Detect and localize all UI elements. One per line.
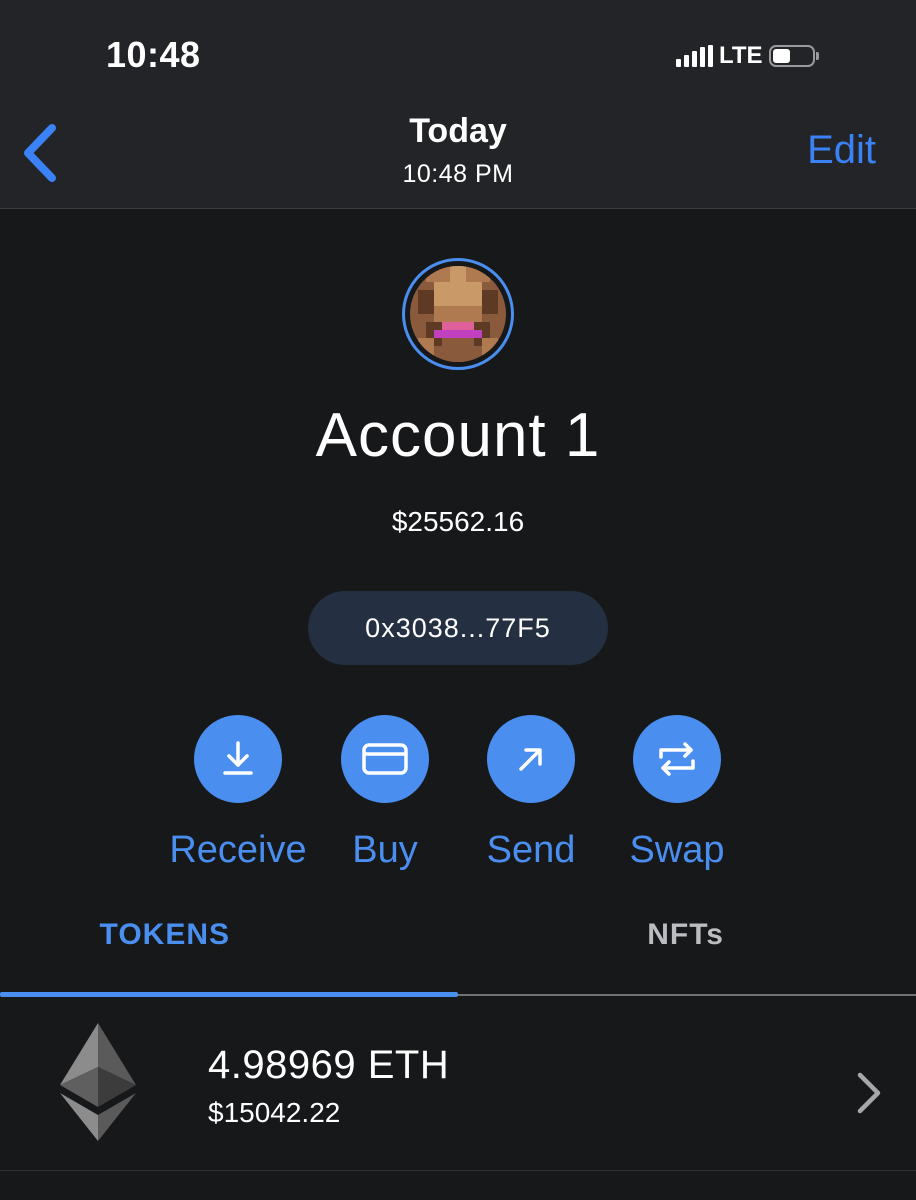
send-label: Send [486, 829, 576, 871]
tab-nfts[interactable]: NFTs [458, 918, 916, 952]
edit-button[interactable]: Edit [807, 128, 876, 173]
send-circle [487, 715, 575, 803]
battery-icon [768, 45, 819, 67]
swap-button[interactable]: Swap [597, 715, 757, 875]
receive-circle [194, 715, 282, 803]
top-bar: 10:48 LTE Today 10:48 PM Edit [0, 0, 916, 209]
wallet-screen: 10:48 LTE Today 10:48 PM Edit Account 1 … [0, 0, 916, 1200]
buy-circle [341, 715, 429, 803]
account-balance: $25562.16 [391, 506, 525, 537]
receive-label: Receive [169, 829, 307, 871]
status-time: 10:48 [106, 34, 201, 75]
row-divider [0, 1170, 916, 1171]
signal-icon [676, 45, 713, 67]
network-type: LTE [719, 42, 763, 69]
buy-label: Buy [352, 829, 418, 871]
avatar [410, 266, 506, 362]
account-address: 0x3038...77F5 [365, 612, 551, 643]
account-avatar[interactable] [402, 258, 514, 370]
nav-title: Today [409, 112, 507, 150]
token-row[interactable]: 4.98969 ETH $15042.22 [0, 997, 916, 1171]
chevron-right-icon [857, 1072, 881, 1114]
arrow-up-right-icon [519, 748, 542, 771]
nav-subtitle: 10:48 PM [402, 160, 514, 188]
swap-label: Swap [629, 829, 725, 871]
buy-button[interactable]: Buy [305, 715, 465, 875]
receive-button[interactable]: Receive [158, 715, 318, 875]
account-address-button[interactable]: 0x3038...77F5 [308, 591, 608, 665]
status-indicators: LTE [676, 40, 819, 72]
swap-icon [659, 742, 695, 776]
token-amount: 4.98969 ETH [208, 1043, 450, 1087]
download-icon [223, 741, 253, 775]
ethereum-icon [60, 1023, 136, 1141]
account-name: Account 1 [315, 401, 601, 470]
send-button[interactable]: Send [451, 715, 611, 875]
tab-tokens[interactable]: TOKENS [0, 918, 458, 952]
token-fiat-value: $15042.22 [208, 1097, 341, 1128]
card-icon [362, 743, 408, 775]
swap-circle [633, 715, 721, 803]
